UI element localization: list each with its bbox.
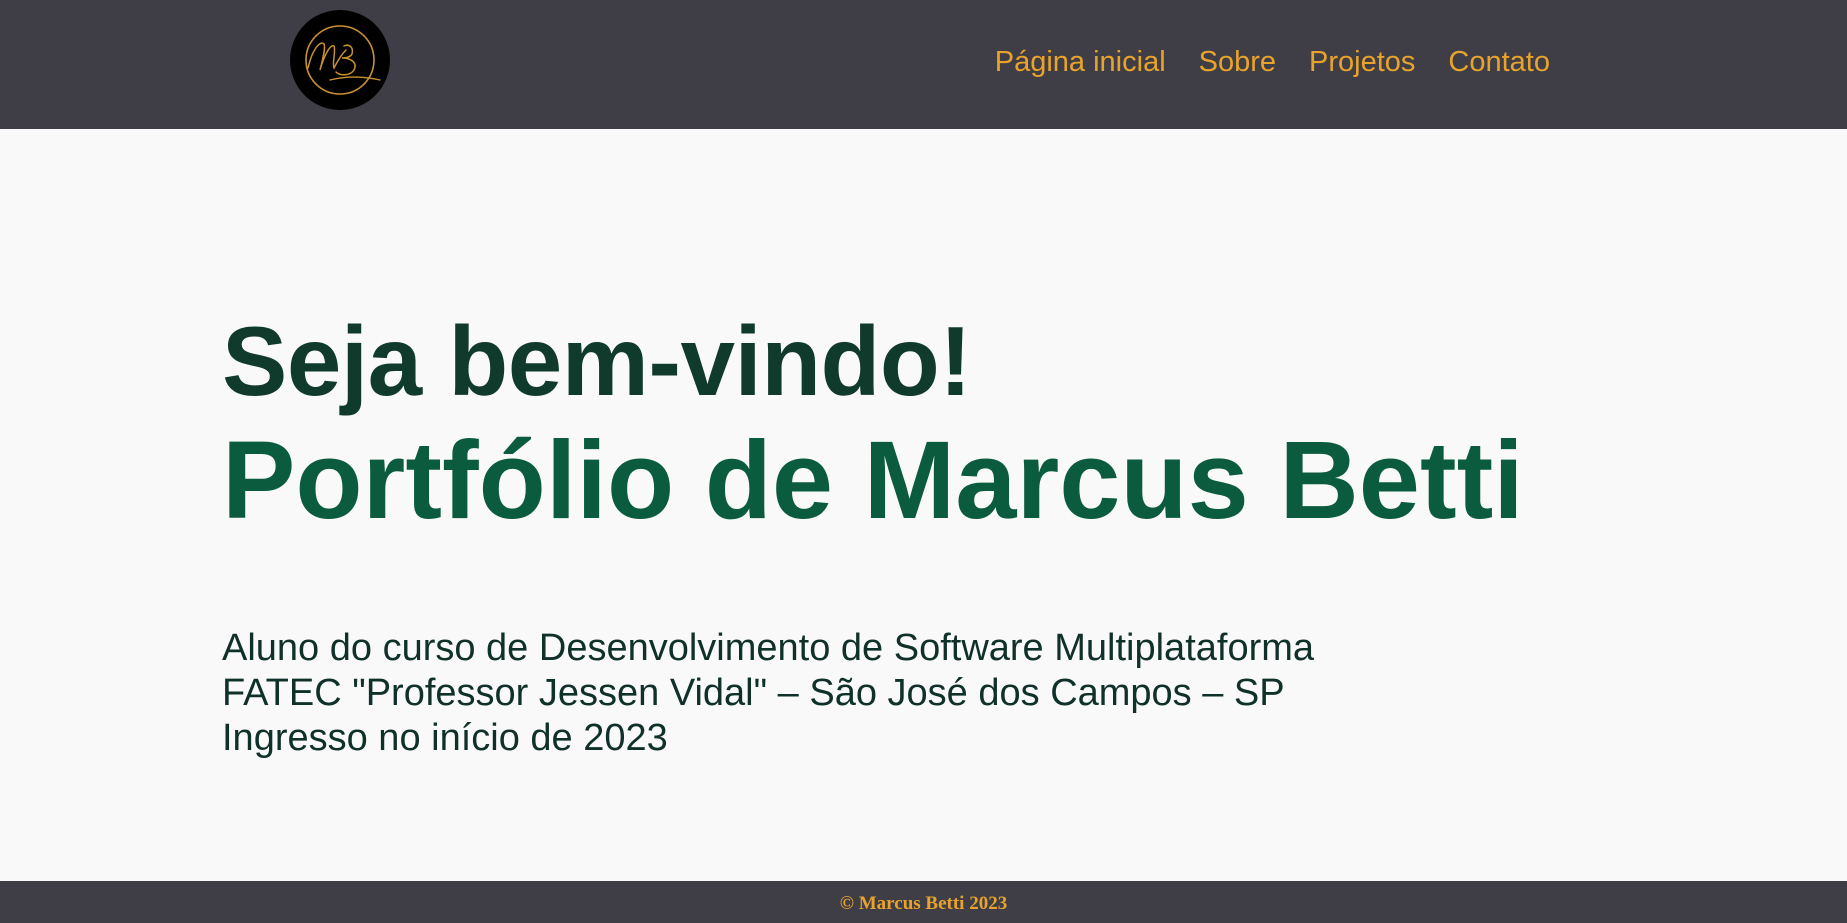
site-header: Página inicial Sobre Projetos Contato [0, 0, 1847, 129]
intro-line-course: Aluno do curso de Desenvolvimento de Sof… [222, 627, 1315, 669]
nav-contact-link[interactable]: Contato [1448, 44, 1550, 80]
main-nav: Página inicial Sobre Projetos Contato [995, 44, 1550, 80]
welcome-heading: Seja bem-vindo! [222, 306, 972, 416]
nav-home-link[interactable]: Página inicial [995, 44, 1166, 80]
logo-link[interactable] [290, 10, 390, 110]
nav-projects-link[interactable]: Projetos [1309, 44, 1415, 80]
site-footer: © Marcus Betti 2023 [0, 881, 1847, 923]
page: Página inicial Sobre Projetos Contato Se… [0, 0, 1847, 923]
intro-text: Aluno do curso de Desenvolvimento de Sof… [222, 626, 1524, 761]
copyright-text: © Marcus Betti 2023 [839, 893, 1008, 914]
hero-section: Seja bem-vindo! Portfólio de Marcus Bett… [222, 300, 1524, 761]
nav-about-link[interactable]: Sobre [1199, 44, 1276, 80]
intro-line-college: FATEC "Professor Jessen Vidal" – São Jos… [222, 672, 1285, 714]
monogram-logo-icon [305, 25, 381, 95]
page-title: Portfólio de Marcus Betti [222, 419, 1524, 542]
intro-line-start: Ingresso no início de 2023 [222, 717, 668, 759]
